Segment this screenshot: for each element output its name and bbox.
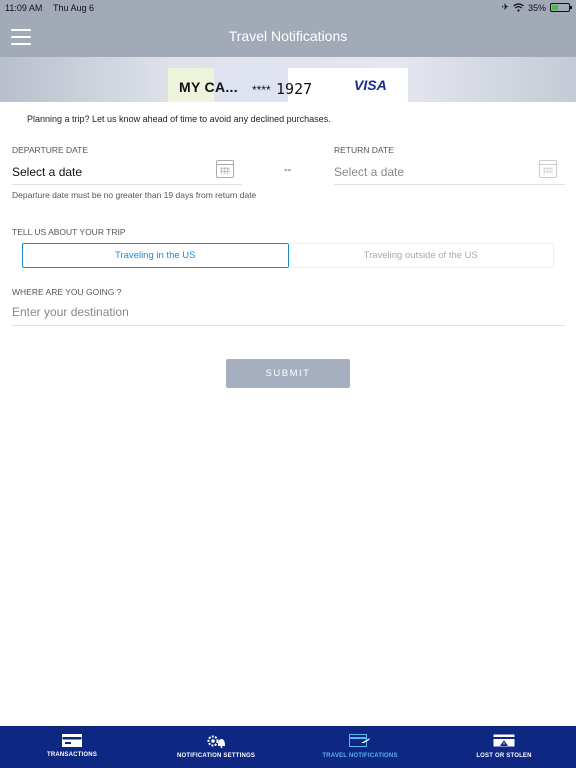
trip-type-segment: Traveling in the US Traveling outside of…: [22, 243, 554, 268]
card-last4: 1927: [276, 80, 313, 98]
tab-notification-settings[interactable]: NOTIFICATION SETTINGS: [144, 726, 288, 768]
departure-hint: Departure date must be no greater than 1…: [12, 190, 257, 200]
tab-label: LOST OR STOLEN: [476, 753, 532, 759]
calendar-icon[interactable]: [539, 160, 557, 178]
segment-traveling-in-us[interactable]: Traveling in the US: [22, 243, 289, 268]
date-separator: --: [284, 164, 292, 176]
card-selector[interactable]: MY CA... **** 1927 VISA: [0, 57, 576, 102]
card-number: **** 1927: [252, 80, 312, 98]
visa-logo: VISA: [354, 77, 387, 93]
submit-button[interactable]: SUBMIT: [226, 359, 350, 388]
destination-input[interactable]: Enter your destination: [12, 302, 565, 326]
tab-label: TRAVEL NOTIFICATIONS: [322, 753, 398, 759]
status-time: 11:09 AM: [5, 3, 43, 13]
battery-icon: [550, 3, 572, 12]
trip-label: TELL US ABOUT YOUR TRIP: [12, 227, 126, 237]
card-name: MY CA...: [179, 79, 238, 95]
nav-bar: Travel Notifications: [0, 16, 576, 57]
status-bar: 11:09 AM Thu Aug 6 ✈ 35%: [0, 0, 576, 16]
tab-bar: TRANSACTIONS NOTIFICATION SETTINGS TRAVE…: [0, 726, 576, 768]
gear-bell-icon: [207, 735, 225, 748]
departure-date-field[interactable]: Select a date: [12, 160, 242, 185]
tab-lost-or-stolen[interactable]: LOST OR STOLEN: [432, 726, 576, 768]
segment-traveling-outside-us[interactable]: Traveling outside of the US: [288, 243, 554, 268]
calendar-icon[interactable]: [216, 160, 234, 178]
warning-card-icon: [493, 734, 515, 747]
airplane-icon: ✈: [501, 2, 509, 12]
battery-percent: 35%: [527, 2, 546, 13]
departure-date-value: Select a date: [12, 165, 83, 179]
return-date-field[interactable]: Select a date: [334, 160, 565, 185]
status-indicators: ✈ 35%: [501, 2, 572, 13]
destination-label: WHERE ARE YOU GOING ?: [12, 287, 122, 297]
plane-card-icon: [349, 734, 370, 747]
destination-placeholder: Enter your destination: [12, 305, 129, 319]
departure-label: DEPARTURE DATE: [12, 145, 89, 155]
status-date: Thu Aug 6: [53, 3, 95, 13]
tab-label: TRANSACTIONS: [46, 752, 98, 758]
wifi-icon: [513, 3, 524, 12]
intro-text: Planning a trip? Let us know ahead of ti…: [27, 114, 331, 124]
tab-label: NOTIFICATION SETTINGS: [176, 753, 256, 759]
page-title: Travel Notifications: [228, 28, 348, 44]
tab-travel-notifications[interactable]: TRAVEL NOTIFICATIONS: [288, 726, 432, 768]
return-label: RETURN DATE: [334, 145, 394, 155]
card-mask: ****: [252, 83, 271, 97]
tab-transactions[interactable]: TRANSACTIONS: [0, 726, 144, 768]
card-icon: [62, 734, 82, 747]
return-date-value: Select a date: [334, 165, 405, 179]
